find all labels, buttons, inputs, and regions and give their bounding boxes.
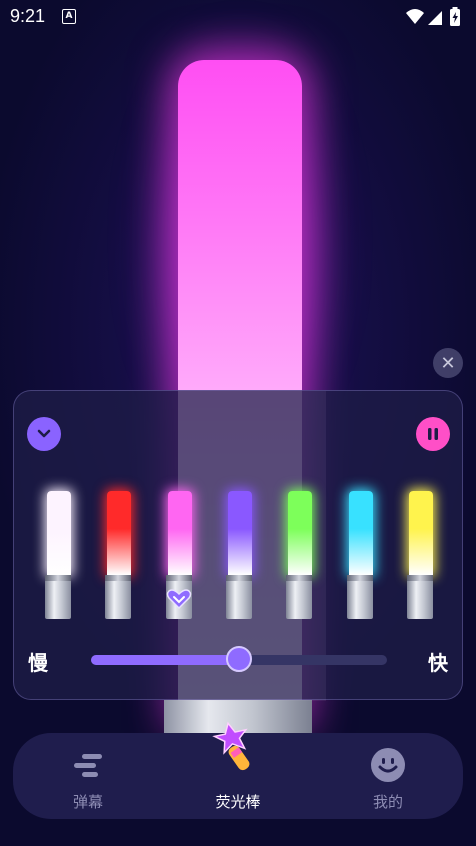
color-swatch bbox=[227, 491, 252, 575]
status-icons bbox=[406, 7, 460, 26]
speed-slow-label: 慢 bbox=[28, 651, 48, 675]
selected-heart-icon bbox=[166, 589, 191, 610]
stick-holder bbox=[45, 575, 71, 619]
color-option-1[interactable] bbox=[104, 487, 134, 619]
color-swatch bbox=[167, 491, 192, 575]
status-bar: 9:21 A bbox=[0, 0, 476, 34]
speed-slider[interactable] bbox=[91, 646, 387, 672]
speed-slider-fill bbox=[91, 655, 239, 665]
color-swatch bbox=[47, 491, 71, 575]
screen: 9:21 A ✕ 慢 快 弹幕 荧光棒 我的 bbox=[0, 0, 476, 846]
danmu-icon bbox=[74, 754, 102, 777]
color-swatch bbox=[348, 491, 373, 575]
glow-halo bbox=[140, 30, 340, 450]
control-panel: 慢 快 bbox=[13, 390, 464, 701]
color-options bbox=[14, 487, 464, 627]
nav-item-mine[interactable]: 我的 bbox=[313, 733, 463, 819]
smile-icon bbox=[371, 748, 405, 782]
chevron-down-icon bbox=[37, 429, 51, 438]
nav-label-danmu: 弹幕 bbox=[72, 793, 103, 811]
wifi-icon bbox=[406, 9, 424, 24]
stick-holder bbox=[406, 575, 433, 619]
color-swatch bbox=[408, 491, 433, 575]
color-swatch bbox=[107, 491, 132, 575]
speed-slider-thumb[interactable] bbox=[226, 646, 252, 672]
color-option-3[interactable] bbox=[225, 487, 255, 619]
signal-icon bbox=[428, 11, 442, 25]
color-option-2[interactable] bbox=[165, 487, 195, 619]
nav-item-danmu[interactable]: 弹幕 bbox=[13, 733, 163, 819]
color-swatch bbox=[288, 491, 313, 575]
close-icon: ✕ bbox=[440, 352, 456, 374]
nav-label-glow-stick: 荧光棒 bbox=[215, 793, 261, 811]
pause-icon bbox=[428, 428, 438, 440]
a-icon: A bbox=[62, 9, 76, 24]
color-option-0[interactable] bbox=[44, 487, 74, 619]
color-option-4[interactable] bbox=[285, 487, 315, 619]
color-option-6[interactable] bbox=[406, 487, 436, 619]
stick-holder bbox=[346, 575, 373, 619]
stick-holder bbox=[225, 575, 252, 619]
speed-control: 慢 快 bbox=[14, 641, 464, 681]
bottom-nav: 弹幕 荧光棒 我的 bbox=[13, 721, 463, 819]
speed-fast-label: 快 bbox=[428, 651, 448, 675]
collapse-button[interactable] bbox=[27, 417, 61, 451]
nav-item-glow-stick[interactable]: 荧光棒 bbox=[163, 721, 313, 819]
stick-holder bbox=[286, 575, 313, 619]
glow-stick-icon bbox=[212, 721, 250, 771]
pause-button[interactable] bbox=[416, 417, 450, 451]
color-option-5[interactable] bbox=[346, 487, 376, 619]
nav-label-mine: 我的 bbox=[372, 793, 403, 811]
close-button[interactable]: ✕ bbox=[433, 348, 463, 378]
status-time: 9:21 bbox=[10, 6, 46, 26]
stick-holder bbox=[105, 575, 132, 619]
